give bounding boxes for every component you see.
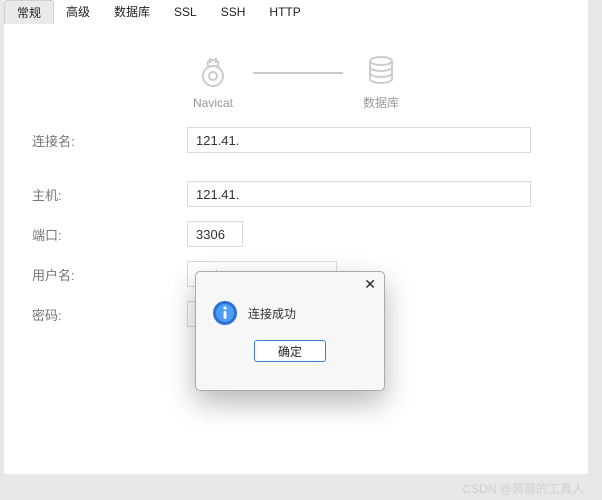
info-icon: [212, 300, 238, 326]
connection-dialog-panel: 常规 高级 数据库 SSL SSH HTTP Navicat 数: [4, 0, 588, 474]
diagram-connector: [253, 72, 343, 74]
connection-diagram: Navicat 数据库: [4, 24, 588, 127]
diagram-navicat-label: Navicat: [193, 96, 233, 110]
password-label: 密码:: [32, 305, 187, 324]
dialog-message: 连接成功: [248, 305, 296, 322]
tab-http[interactable]: HTTP: [257, 0, 312, 24]
connection-name-label: 连接名:: [32, 131, 187, 150]
database-icon: [363, 52, 399, 88]
message-dialog: ✕ 连接成功 确定: [195, 271, 385, 391]
username-label: 用户名:: [32, 265, 187, 284]
port-input[interactable]: [187, 221, 243, 247]
watermark: CSDN @蒟蒻的工具人: [462, 480, 584, 497]
tab-general[interactable]: 常规: [4, 0, 54, 24]
connection-name-input[interactable]: [187, 127, 531, 153]
tab-bar: 常规 高级 数据库 SSL SSH HTTP: [4, 0, 588, 24]
ok-button[interactable]: 确定: [254, 340, 326, 362]
diagram-database: 数据库: [363, 52, 399, 111]
tab-ssh[interactable]: SSH: [209, 0, 258, 24]
tab-ssl[interactable]: SSL: [162, 0, 209, 24]
tab-database[interactable]: 数据库: [102, 0, 162, 24]
host-input[interactable]: [187, 181, 531, 207]
tab-advanced[interactable]: 高级: [54, 0, 102, 24]
navicat-icon: [195, 54, 231, 90]
close-icon[interactable]: ✕: [364, 276, 376, 293]
port-label: 端口:: [32, 225, 187, 244]
diagram-database-label: 数据库: [363, 94, 399, 111]
host-label: 主机:: [32, 185, 187, 204]
diagram-navicat: Navicat: [193, 54, 233, 110]
